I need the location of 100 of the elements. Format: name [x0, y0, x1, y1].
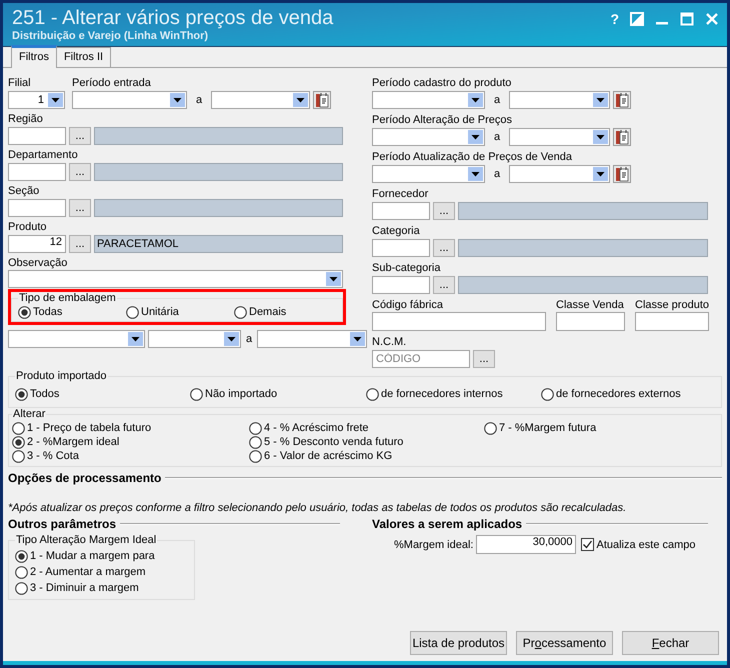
option-label: 3 - Diminuir a margem [30, 581, 139, 596]
option-label: 1 - Preço de tabela futuro [27, 421, 152, 435]
input-field[interactable]: 12 [8, 234, 66, 252]
field-label: N.C.M. [372, 335, 408, 349]
option-label: Unitária [141, 305, 179, 319]
group-title: Alterar [12, 408, 46, 421]
calendar-icon[interactable] [613, 90, 631, 108]
browse-button[interactable]: ... [69, 234, 91, 252]
input-field[interactable]: 30,0000 [476, 535, 576, 554]
note-text: *Após atualizar os preços conforme a filtro selecionando pelo usuário, todas as tabelas de todos os produtos são recalculadas. [8, 502, 628, 514]
radio-button[interactable] [12, 450, 25, 462]
dropdown-field[interactable] [8, 330, 145, 348]
dropdown-field[interactable] [8, 270, 343, 288]
window-subtitle: Distribuição e Varejo (Linha WinThor) [12, 30, 210, 43]
action-button[interactable]: Processamento [516, 631, 613, 655]
radio-button[interactable] [15, 566, 28, 578]
radio-button[interactable] [12, 422, 25, 434]
radio-button[interactable] [15, 550, 28, 562]
option-label: 2 - %Margem ideal [27, 435, 120, 449]
input-field[interactable] [372, 202, 430, 220]
dropdown-field[interactable] [509, 128, 610, 146]
radio-button[interactable] [126, 306, 139, 318]
radio-button[interactable] [541, 388, 554, 400]
group-title: Produto importado [15, 370, 108, 383]
radio-button[interactable] [249, 450, 262, 462]
radio-button[interactable] [484, 422, 497, 434]
checkbox[interactable] [581, 538, 594, 551]
option-label: Todos [30, 387, 60, 401]
maximize-icon[interactable] [680, 12, 694, 26]
input-field[interactable] [635, 312, 709, 331]
dropdown-field[interactable] [148, 330, 241, 348]
option-label: Demais [249, 305, 286, 319]
radio-button[interactable] [249, 422, 262, 434]
browse-button[interactable]: ... [433, 202, 455, 220]
checkbox-label: Atualiza este campo [596, 538, 696, 550]
dropdown-field[interactable] [509, 90, 610, 108]
field-label: Código fábrica [372, 298, 444, 312]
input-field[interactable] [8, 198, 66, 216]
input-field[interactable] [372, 238, 430, 256]
option-label: 5 - % Desconto venda futuro [264, 435, 404, 449]
input-field[interactable] [372, 276, 430, 294]
tab[interactable]: Filtros II [56, 47, 112, 67]
radio-button[interactable] [12, 436, 25, 448]
dropdown-field[interactable]: 1 [8, 90, 65, 108]
browse-button[interactable]: ... [69, 198, 91, 216]
close-icon[interactable] [705, 12, 719, 26]
action-button[interactable]: Lista de produtos [410, 631, 507, 655]
range-separator: a [492, 94, 502, 106]
group-title: Tipo de embalagem [18, 292, 117, 305]
dropdown-field[interactable] [372, 164, 485, 182]
dock-icon[interactable] [630, 12, 644, 26]
radio-button[interactable] [15, 388, 28, 400]
option-label: Não importado [205, 387, 278, 401]
dropdown-field[interactable] [211, 90, 310, 108]
field-label: Período Alteração de Preços [372, 113, 514, 127]
calendar-icon[interactable] [613, 164, 631, 182]
field-label: Filial [8, 76, 32, 90]
option-label: 6 - Valor de acréscimo KG [264, 449, 392, 463]
option-label: 4 - % Acréscimo frete [264, 421, 369, 435]
radio-button[interactable] [15, 582, 28, 594]
field-label: Departamento [8, 148, 79, 162]
option-label: 7 - %Margem futura [499, 421, 596, 435]
field-label: Fornecedor [372, 187, 430, 201]
option-label: 3 - % Cota [27, 449, 79, 463]
option-label: 1 - Mudar a margem para [30, 549, 155, 564]
dropdown-field[interactable] [257, 330, 367, 348]
option-label: de fornecedores internos [381, 387, 503, 401]
section-title: Outros parâmetros [8, 517, 116, 531]
dropdown-field[interactable] [509, 164, 610, 182]
range-separator: a [244, 332, 254, 344]
radio-button[interactable] [366, 388, 379, 400]
range-separator: a [492, 130, 502, 142]
radio-button[interactable] [190, 388, 203, 400]
radio-button[interactable] [234, 306, 247, 318]
browse-button[interactable]: ... [69, 126, 91, 144]
radio-button[interactable] [18, 306, 31, 318]
tab[interactable]: Filtros [11, 45, 57, 68]
dropdown-field[interactable] [72, 90, 187, 108]
dropdown-field[interactable] [372, 128, 485, 146]
radio-button[interactable] [249, 436, 262, 448]
browse-button[interactable]: ... [473, 350, 495, 368]
option-label: 2 - Aumentar a margem [30, 565, 146, 580]
window-title: 251 - Alterar vários preços de venda [12, 6, 334, 30]
field-label: Período Atualização de Preços de Venda [372, 150, 573, 164]
calendar-icon[interactable] [313, 90, 331, 108]
input-field[interactable] [372, 312, 546, 331]
field-label: Categoria [372, 224, 421, 238]
browse-button[interactable]: ... [69, 162, 91, 180]
input-field[interactable] [8, 126, 66, 144]
browse-button[interactable]: ... [433, 238, 455, 256]
field-label: Observação [8, 256, 68, 270]
browse-button[interactable]: ... [433, 276, 455, 294]
field-label: Sub-categoria [372, 261, 442, 275]
section-title: Opções de processamento [8, 471, 162, 485]
action-button[interactable]: Fechar [622, 631, 719, 655]
calendar-icon[interactable] [613, 128, 631, 146]
input-field[interactable] [556, 312, 625, 331]
dropdown-field[interactable] [372, 90, 485, 108]
field-label: Produto [8, 220, 48, 234]
input-field[interactable] [8, 162, 66, 180]
